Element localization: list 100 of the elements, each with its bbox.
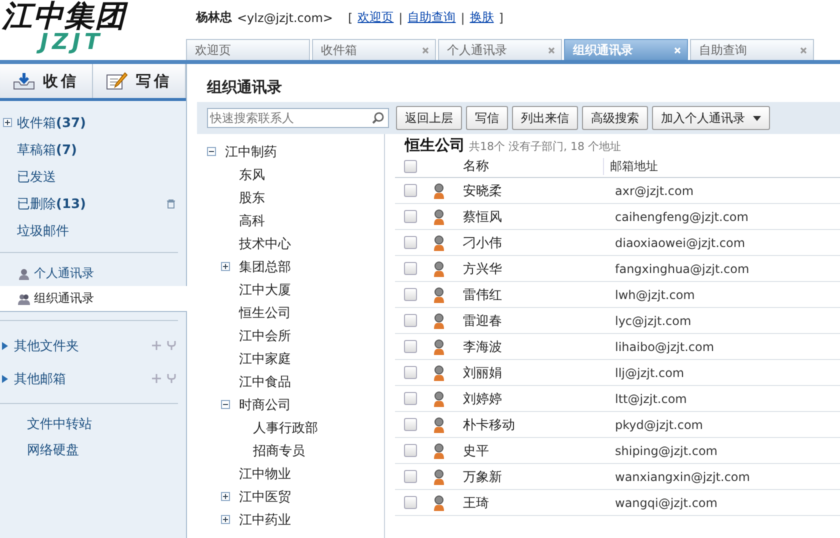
tree-item[interactable]: 时商公司 (239, 396, 291, 414)
user-name: 杨林忠 (196, 9, 232, 26)
folder-item[interactable]: 收件箱(37) (0, 109, 186, 136)
toolbar-button[interactable]: 列出来信 (512, 106, 578, 130)
row-checkbox[interactable] (404, 444, 416, 457)
close-icon (422, 46, 429, 54)
department-summary: 共18个 没有子部门, 18 个地址 (469, 139, 621, 154)
expand-icon[interactable] (221, 492, 231, 502)
tree-item[interactable]: 恒生公司 (239, 304, 291, 322)
row-checkbox[interactable] (404, 314, 416, 327)
close-icon (548, 46, 555, 54)
expand-icon[interactable] (221, 514, 231, 524)
person-icon (433, 494, 445, 510)
company-logo: 江中集团 JZJT (0, 0, 129, 57)
folder-group[interactable]: 其他文件夹 (0, 329, 186, 362)
contact-name: 万象新 (462, 468, 503, 486)
tree-item[interactable]: 股东 (239, 188, 265, 206)
toolbar-button[interactable]: 写信 (466, 106, 508, 130)
tab[interactable]: 自助查询 (690, 39, 814, 60)
row-checkbox[interactable] (404, 340, 416, 353)
tree-item[interactable]: 江中物业 (239, 464, 291, 482)
tree-item[interactable]: 江中会所 (239, 326, 291, 344)
folder-item[interactable]: 垃圾邮件 (0, 217, 186, 244)
trash-icon (166, 198, 176, 208)
row-checkbox[interactable] (404, 210, 416, 223)
search-icon (372, 112, 384, 124)
tool-link[interactable]: 文件中转站 (0, 412, 186, 438)
tree-item[interactable]: 招商专员 (253, 442, 305, 460)
header-link[interactable]: 换肤 (470, 9, 494, 26)
tree-item[interactable]: 技术中心 (239, 234, 291, 252)
department-name: 恒生公司 (405, 136, 465, 155)
receive-button[interactable]: 收信 (0, 64, 93, 98)
tree-item[interactable]: 江中制药 (225, 142, 277, 160)
person-icon (433, 390, 445, 406)
row-checkbox[interactable] (404, 418, 416, 431)
search-field[interactable]: 快速搜索联系人 (207, 108, 389, 128)
contact-email: axr@jzjt.com (614, 184, 695, 198)
person-icon (433, 286, 445, 302)
expand-icon[interactable] (221, 262, 231, 272)
collapse-icon[interactable] (221, 400, 231, 410)
tree-item[interactable]: 江中食品 (239, 372, 291, 390)
caret-icon (753, 116, 761, 120)
compose-button[interactable]: 写信 (93, 64, 186, 98)
contact-email: lwh@jzjt.com (614, 288, 696, 302)
person-icon (433, 416, 445, 432)
row-checkbox[interactable] (404, 288, 416, 301)
contact-email: lihaibo@jzjt.com (614, 340, 716, 354)
contact-email: lyc@jzjt.com (614, 314, 692, 328)
person-icon (433, 182, 445, 198)
tree-item[interactable]: 江中大厦 (239, 280, 291, 298)
contact-name: 方兴华 (462, 260, 503, 278)
row-checkbox[interactable] (404, 470, 416, 483)
tree-item[interactable]: 集团总部 (239, 258, 291, 276)
toolbar-button[interactable]: 加入个人通讯录 (652, 106, 770, 130)
folder-item[interactable]: 草稿箱(7) (0, 136, 186, 163)
contact-email: wanxiangxin@jzjt.com (614, 470, 751, 484)
header-link[interactable]: 欢迎页 (358, 9, 394, 26)
row-checkbox[interactable] (404, 262, 416, 275)
tab[interactable]: 个人通讯录 (438, 39, 562, 60)
row-checkbox[interactable] (404, 496, 416, 509)
contact-email: caihengfeng@jzjt.com (614, 210, 750, 224)
contact-email: shiping@jzjt.com (614, 444, 718, 458)
tree-item[interactable]: 江中药业 (239, 510, 291, 528)
folder-item[interactable]: 已删除(13) (0, 190, 186, 217)
folder-group[interactable]: 其他邮箱 (0, 362, 186, 395)
person-icon (433, 364, 445, 380)
tree-item[interactable]: 江中医贸 (239, 488, 291, 506)
row-checkbox[interactable] (404, 184, 416, 197)
tool-link[interactable]: 网络硬盘 (0, 438, 186, 464)
folder-item[interactable]: 已发送 (0, 163, 186, 190)
toolbar-button[interactable]: 高级搜索 (582, 106, 648, 130)
person-icon (433, 208, 445, 224)
contacts-item[interactable]: 组织通讯录 (0, 286, 187, 311)
person-icon (18, 268, 30, 280)
contacts-item[interactable]: 个人通讯录 (0, 261, 186, 286)
close-icon (674, 46, 681, 54)
fork-icon (167, 374, 176, 383)
tab-label: 个人通讯录 (447, 42, 507, 58)
tree-item[interactable]: 高科 (239, 212, 265, 230)
row-checkbox[interactable] (404, 236, 416, 249)
person-icon (433, 260, 445, 276)
row-checkbox[interactable] (404, 366, 416, 379)
column-header: 邮箱地址 (603, 158, 840, 174)
toolbar-button[interactable]: 返回上层 (396, 106, 462, 130)
tree-item[interactable]: 江中家庭 (239, 350, 291, 368)
tab-label: 组织通讯录 (573, 42, 633, 58)
expand-icon[interactable] (3, 118, 13, 128)
contact-email: diaoxiaowei@jzjt.com (614, 236, 746, 250)
tab[interactable]: 欢迎页 (186, 39, 310, 60)
contact-name: 刁小伟 (462, 234, 503, 252)
collapse-icon[interactable] (207, 146, 217, 156)
tab[interactable]: 收件箱 (312, 39, 436, 60)
tree-item[interactable]: 东风 (239, 166, 265, 184)
header-link[interactable]: 自助查询 (408, 9, 456, 26)
contact-name: 雷伟红 (462, 286, 503, 304)
select-all-checkbox[interactable] (404, 160, 416, 172)
row-checkbox[interactable] (404, 392, 416, 405)
tree-item[interactable]: 人事行政部 (253, 418, 318, 436)
pencil-note-icon (106, 72, 128, 90)
person-icon (433, 442, 445, 458)
